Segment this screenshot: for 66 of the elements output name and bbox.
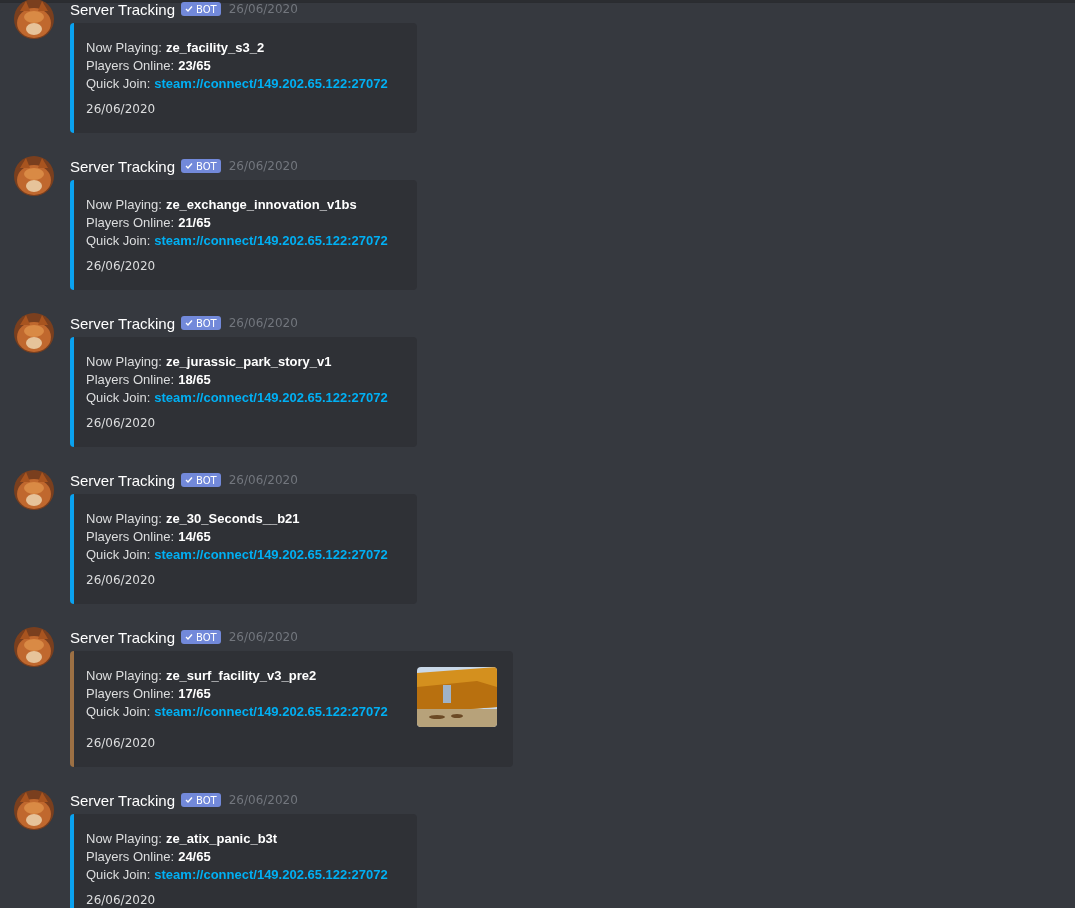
- field-label: Quick Join:: [86, 866, 151, 884]
- embed-footer: 26/06/2020: [86, 101, 401, 117]
- connect-link[interactable]: steam://connect/149.202.65.122:27072: [154, 546, 388, 564]
- embed-footer: 26/06/2020: [86, 258, 401, 274]
- field-label: Now Playing:: [86, 39, 162, 57]
- check-icon: [185, 796, 194, 804]
- field-value: 24/65: [178, 848, 211, 866]
- check-icon: [185, 162, 194, 170]
- message-timestamp: 26/06/2020: [228, 316, 298, 330]
- bot-label: BOT: [196, 631, 217, 643]
- embed-footer: 26/06/2020: [86, 892, 401, 908]
- field-label: Quick Join:: [86, 703, 151, 721]
- author-name[interactable]: Server Tracking: [70, 628, 176, 646]
- field-label: Quick Join:: [86, 546, 151, 564]
- check-icon: [185, 5, 194, 13]
- author-name[interactable]: Server Tracking: [70, 314, 176, 332]
- message-timestamp: 26/06/2020: [228, 473, 298, 487]
- author-name[interactable]: Server Tracking: [70, 157, 176, 175]
- field-value: ze_jurassic_park_story_v1: [165, 353, 332, 371]
- field-value: ze_30_Seconds__b21: [165, 510, 300, 528]
- field-value: 14/65: [178, 528, 211, 546]
- embed-footer: 26/06/2020: [86, 572, 401, 588]
- field-label: Quick Join:: [86, 232, 151, 250]
- field-value: ze_atix_panic_b3t: [165, 830, 278, 848]
- author-name[interactable]: Server Tracking: [70, 0, 176, 18]
- embed-footer: 26/06/2020: [86, 735, 497, 751]
- field-value: ze_facility_s3_2: [165, 39, 265, 57]
- field-value: ze_exchange_innovation_v1bs: [165, 196, 357, 214]
- check-icon: [185, 476, 194, 484]
- field-label: Now Playing:: [86, 353, 162, 371]
- connect-link[interactable]: steam://connect/149.202.65.122:27072: [154, 703, 388, 721]
- field-value: 21/65: [178, 214, 211, 232]
- embed-footer: 26/06/2020: [86, 415, 401, 431]
- connect-link[interactable]: steam://connect/149.202.65.122:27072: [154, 232, 388, 250]
- author-name[interactable]: Server Tracking: [70, 471, 176, 489]
- check-icon: [185, 319, 194, 327]
- field-value: ze_surf_facility_v3_pre2: [165, 667, 317, 685]
- message-timestamp: 26/06/2020: [228, 793, 298, 807]
- field-label: Now Playing:: [86, 667, 162, 685]
- field-label: Players Online:: [86, 371, 175, 389]
- bot-label: BOT: [196, 160, 217, 172]
- connect-link[interactable]: steam://connect/149.202.65.122:27072: [154, 389, 388, 407]
- field-label: Now Playing:: [86, 830, 162, 848]
- field-value: 23/65: [178, 57, 211, 75]
- bot-label: BOT: [196, 317, 217, 329]
- field-label: Players Online:: [86, 214, 175, 232]
- field-label: Quick Join:: [86, 75, 151, 93]
- field-label: Quick Join:: [86, 389, 151, 407]
- author-name[interactable]: Server Tracking: [70, 791, 176, 809]
- field-label: Players Online:: [86, 685, 175, 703]
- field-label: Players Online:: [86, 848, 175, 866]
- field-value: 18/65: [178, 371, 211, 389]
- message-timestamp: 26/06/2020: [228, 2, 298, 16]
- bot-label: BOT: [196, 3, 217, 15]
- bot-label: BOT: [196, 474, 217, 486]
- field-label: Players Online:: [86, 57, 175, 75]
- message-timestamp: 26/06/2020: [228, 630, 298, 644]
- check-icon: [185, 633, 194, 641]
- bot-label: BOT: [196, 794, 217, 806]
- connect-link[interactable]: steam://connect/149.202.65.122:27072: [154, 866, 388, 884]
- field-label: Now Playing:: [86, 196, 162, 214]
- field-label: Players Online:: [86, 528, 175, 546]
- field-value: 17/65: [178, 685, 211, 703]
- field-label: Now Playing:: [86, 510, 162, 528]
- connect-link[interactable]: steam://connect/149.202.65.122:27072: [154, 75, 388, 93]
- message-timestamp: 26/06/2020: [228, 159, 298, 173]
